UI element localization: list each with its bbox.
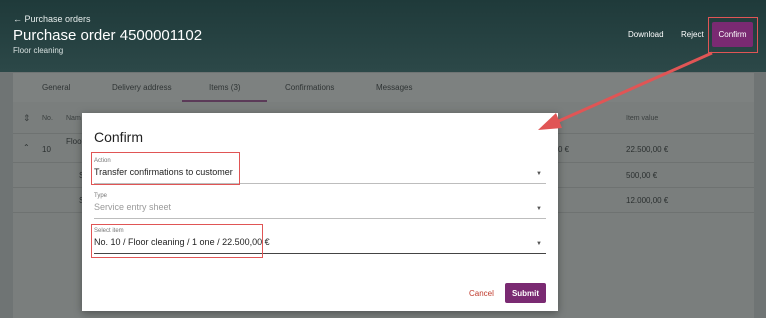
annotation-arrow [538,51,713,130]
arrow-shaft [551,51,713,126]
arrow-head [538,113,562,130]
